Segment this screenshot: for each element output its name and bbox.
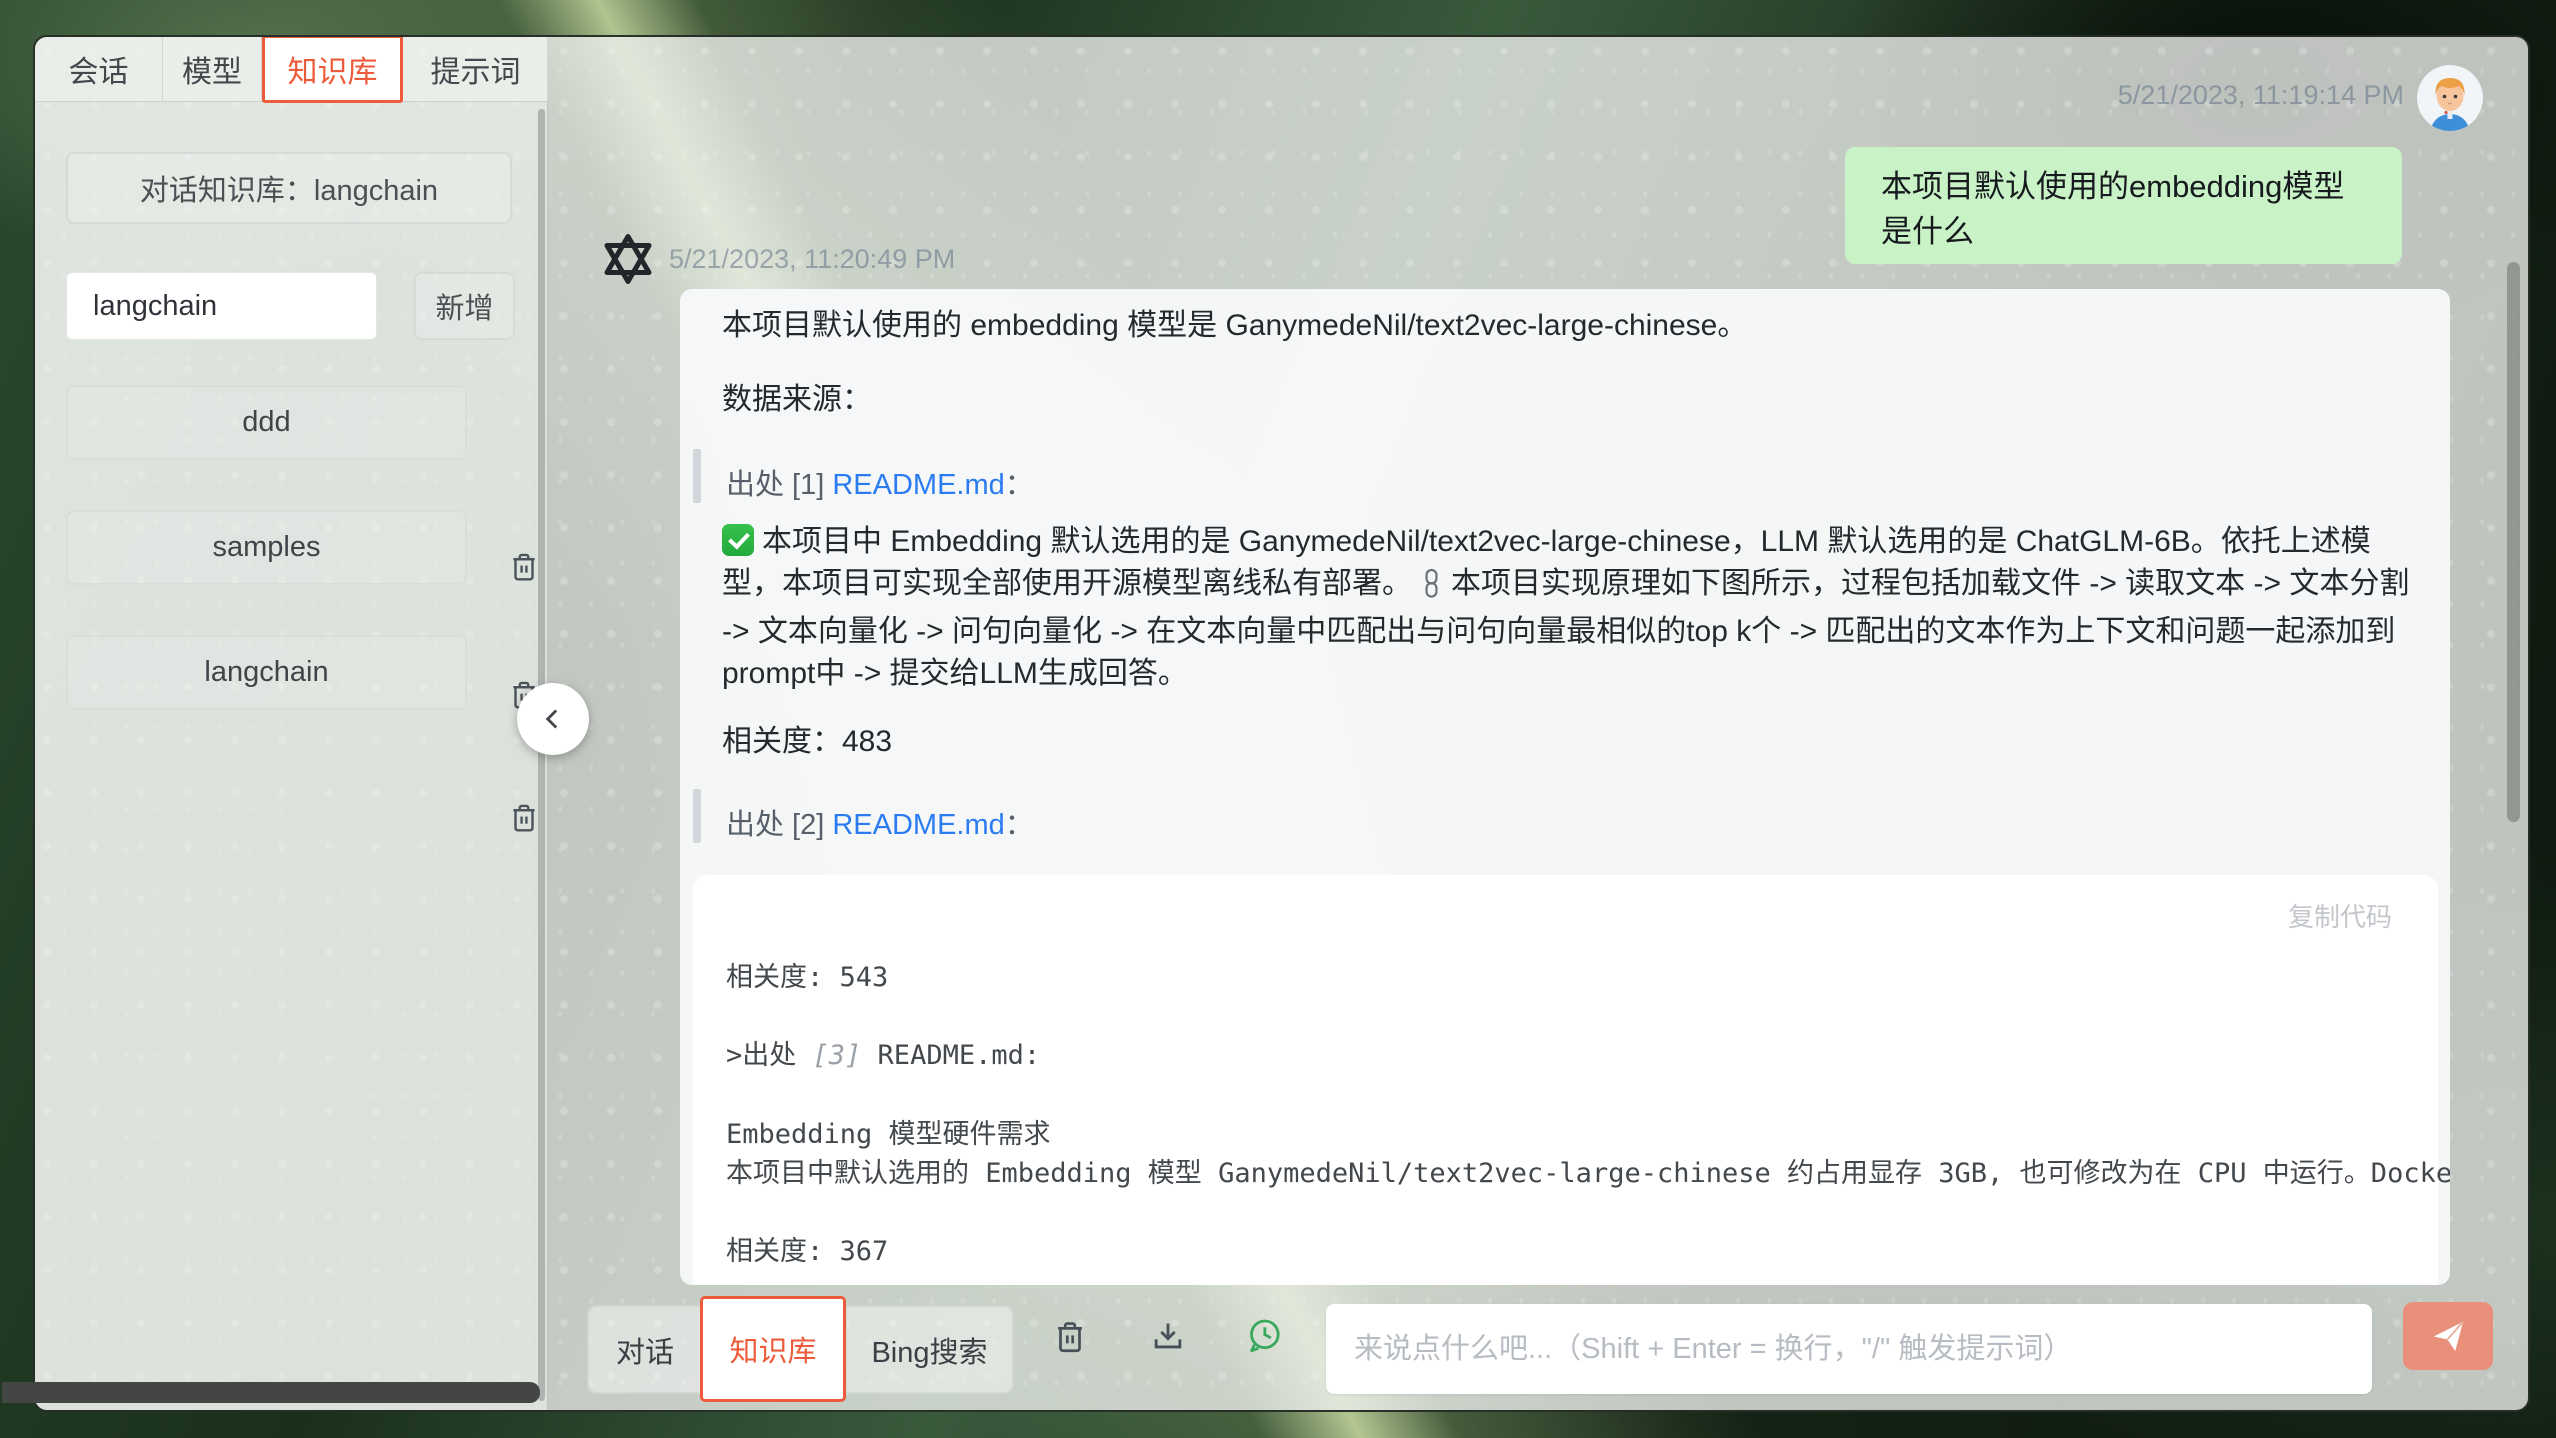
kb-name-input[interactable] — [66, 272, 377, 340]
quote-prefix: 出处 [1] — [726, 469, 832, 501]
tab-knowledge-base[interactable]: 知识库 — [262, 35, 403, 103]
source-quote-1: 出处 [1] README.md： — [726, 461, 1034, 503]
user-message-bubble: 本项目默认使用的embedding模型是什么 — [1845, 147, 2402, 264]
history-clock-icon[interactable] — [1244, 1316, 1282, 1354]
sidebar: 会话 模型 知识库 提示词 对话知识库：langchain 新增 ddd sam… — [35, 37, 548, 1410]
kb-title: 对话知识库：langchain — [66, 152, 512, 224]
tab-prompts[interactable]: 提示词 — [403, 37, 548, 101]
chain-emoji — [1418, 568, 1445, 611]
download-icon[interactable] — [1149, 1318, 1187, 1356]
code-line: 相关度: 367 — [726, 1229, 888, 1268]
mode-dialogue[interactable]: 对话 — [589, 1307, 702, 1392]
kb-item-langchain[interactable]: langchain — [66, 635, 467, 710]
source-quote-2: 出处 [2] README.md： — [726, 801, 1034, 843]
sidebar-scrollbar[interactable] — [538, 109, 545, 1401]
user-message-timestamp: 5/21/2023, 11:19:14 PM — [1635, 80, 2404, 111]
tab-model[interactable]: 模型 — [163, 37, 262, 101]
readme-link[interactable]: README.md — [832, 469, 1004, 501]
trash-icon[interactable] — [507, 550, 541, 584]
assistant-paragraph: 本项目中 Embedding 默认选用的是 GanymedeNil/text2v… — [722, 521, 2410, 695]
assistant-message-timestamp: 5/21/2023, 11:20:49 PM — [669, 244, 955, 275]
readme-link[interactable]: README.md — [832, 809, 1004, 841]
add-kb-button[interactable]: 新增 — [414, 272, 515, 340]
code-block: 复制代码 相关度: 543 >出处 [3] README.md: Embeddi… — [693, 875, 2438, 1285]
user-avatar — [2417, 65, 2483, 131]
kb-item-ddd[interactable]: ddd — [66, 385, 467, 460]
code-line: >出处 [3] README.md: — [726, 1033, 1040, 1072]
code-ref: [3] — [813, 1040, 862, 1071]
assistant-paragraph: 本项目默认使用的 embedding 模型是 GanymedeNil/text2… — [722, 305, 1747, 347]
desktop-background: 会话 模型 知识库 提示词 对话知识库：langchain 新增 ddd sam… — [0, 0, 2556, 1438]
horizontal-scrollbar[interactable] — [2, 1382, 540, 1403]
blockquote-bar — [693, 789, 701, 843]
send-button[interactable] — [2403, 1302, 2493, 1370]
openai-logo-icon — [599, 230, 657, 288]
assistant-message-card: 本项目默认使用的 embedding 模型是 GanymedeNil/text2… — [680, 289, 2450, 1285]
app-window: 会话 模型 知识库 提示词 对话知识库：langchain 新增 ddd sam… — [33, 35, 2530, 1412]
check-emoji — [722, 524, 754, 556]
clear-trash-icon[interactable] — [1051, 1318, 1089, 1356]
sidebar-tabbar: 会话 模型 知识库 提示词 — [35, 37, 548, 102]
relevance-score: 相关度：483 — [722, 721, 892, 763]
code-line: Embedding 模型硬件需求 — [726, 1112, 1051, 1151]
code-line: 本项目中默认选用的 Embedding 模型 GanymedeNil/text2… — [726, 1151, 2450, 1190]
trash-icon[interactable] — [507, 801, 541, 835]
sidebar-collapse-button[interactable] — [517, 683, 589, 755]
code-line: 相关度: 543 — [726, 955, 888, 994]
kb-item-samples[interactable]: samples — [66, 510, 467, 585]
quote-prefix: 出处 [2] — [726, 809, 832, 841]
message-input[interactable] — [1326, 1304, 2372, 1394]
tab-conversation[interactable]: 会话 — [35, 37, 163, 101]
quote-suffix: ： — [1005, 469, 1034, 501]
chat-scrollbar[interactable] — [2507, 262, 2520, 822]
blockquote-bar — [693, 449, 701, 503]
mode-knowledge-base[interactable]: 知识库 — [700, 1296, 846, 1402]
paper-plane-icon — [2429, 1317, 2467, 1355]
assistant-paragraph: 数据来源： — [722, 379, 872, 421]
quote-suffix: ： — [1005, 809, 1034, 841]
mode-bing-search[interactable]: Bing搜索 — [847, 1307, 1012, 1392]
copy-code-button[interactable]: 复制代码 — [2288, 897, 2392, 934]
